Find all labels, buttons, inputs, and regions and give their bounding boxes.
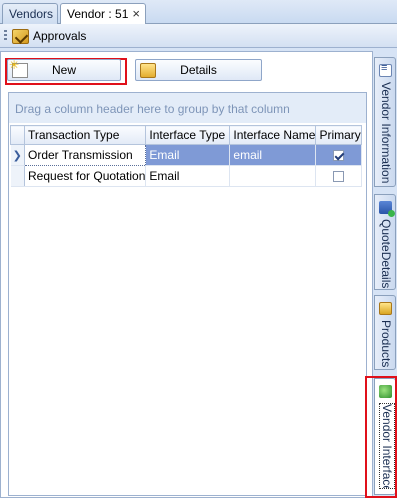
close-icon[interactable]: × bbox=[132, 6, 140, 21]
column-header-primary[interactable]: Primary bbox=[315, 125, 362, 145]
side-tab-vendor-information[interactable]: Vendor Information bbox=[374, 57, 396, 187]
table-row[interactable]: Request for Quotation Email bbox=[10, 165, 362, 187]
cell-interface-type[interactable]: Email bbox=[145, 144, 231, 166]
column-header-interface-name[interactable]: Interface Name bbox=[229, 125, 317, 145]
main-panel: New Details Drag a column header here to… bbox=[0, 51, 373, 498]
tab-vendors-label: Vendors bbox=[9, 7, 54, 21]
cell-interface-type[interactable]: Email bbox=[145, 165, 231, 187]
tab-vendor-51-label: Vendor : 51 bbox=[67, 7, 129, 21]
details-button[interactable]: Details bbox=[135, 59, 262, 81]
button-bar: New Details bbox=[3, 54, 372, 90]
toolbar: Approvals bbox=[0, 24, 397, 48]
folder-icon bbox=[140, 63, 156, 78]
interfaces-grid: Drag a column header here to group by th… bbox=[8, 92, 367, 496]
row-indicator-header bbox=[10, 125, 25, 145]
vendor-info-icon bbox=[379, 62, 392, 77]
vendor-interface-tab-highlight bbox=[365, 376, 397, 498]
side-tab-label: Vendor Information bbox=[379, 82, 393, 184]
approvals-button[interactable]: Approvals bbox=[12, 27, 86, 45]
row-indicator bbox=[10, 165, 25, 187]
products-icon bbox=[379, 302, 392, 315]
cell-primary[interactable] bbox=[315, 165, 362, 187]
cell-transaction-type[interactable]: Request for Quotation bbox=[24, 165, 147, 187]
primary-checkbox[interactable] bbox=[333, 150, 345, 162]
column-header-transaction-type[interactable]: Transaction Type bbox=[23, 125, 147, 145]
quote-details-icon bbox=[379, 201, 395, 217]
side-tab-label: QuoteDetails bbox=[379, 219, 393, 289]
tab-vendor-51[interactable]: Vendor : 51 × bbox=[60, 3, 146, 25]
cell-interface-name[interactable] bbox=[229, 165, 317, 187]
cell-primary[interactable] bbox=[315, 144, 362, 166]
new-button[interactable]: New bbox=[7, 58, 121, 81]
tab-vendors[interactable]: Vendors bbox=[2, 3, 58, 24]
row-indicator: ❯ bbox=[10, 144, 25, 166]
group-by-hint: Drag a column header here to group by th… bbox=[15, 102, 290, 116]
toolbar-grip[interactable] bbox=[4, 30, 7, 42]
side-tab-quote-details[interactable]: QuoteDetails bbox=[374, 194, 396, 290]
cell-interface-name[interactable]: email bbox=[229, 144, 317, 166]
side-tab-label: Products bbox=[379, 320, 393, 368]
table-row[interactable]: ❯ Order Transmission Email email bbox=[10, 144, 362, 166]
document-tab-strip: Vendors Vendor : 51 × bbox=[0, 0, 397, 25]
approvals-label: Approvals bbox=[33, 29, 87, 43]
cell-transaction-type[interactable]: Order Transmission bbox=[23, 144, 147, 166]
group-by-panel[interactable]: Drag a column header here to group by th… bbox=[9, 93, 366, 123]
new-document-icon bbox=[9, 58, 28, 78]
side-tab-products[interactable]: Products bbox=[374, 295, 396, 370]
table-header-row: Transaction Type Interface Type Interfac… bbox=[10, 125, 362, 145]
current-row-arrow-icon: ❯ bbox=[12, 150, 22, 162]
approvals-icon bbox=[12, 28, 29, 44]
column-header-interface-type[interactable]: Interface Type bbox=[145, 125, 231, 145]
details-button-label: Details bbox=[180, 63, 217, 77]
primary-checkbox[interactable] bbox=[333, 171, 345, 183]
new-button-label: New bbox=[51, 63, 76, 77]
interfaces-table: Transaction Type Interface Type Interfac… bbox=[10, 125, 362, 187]
